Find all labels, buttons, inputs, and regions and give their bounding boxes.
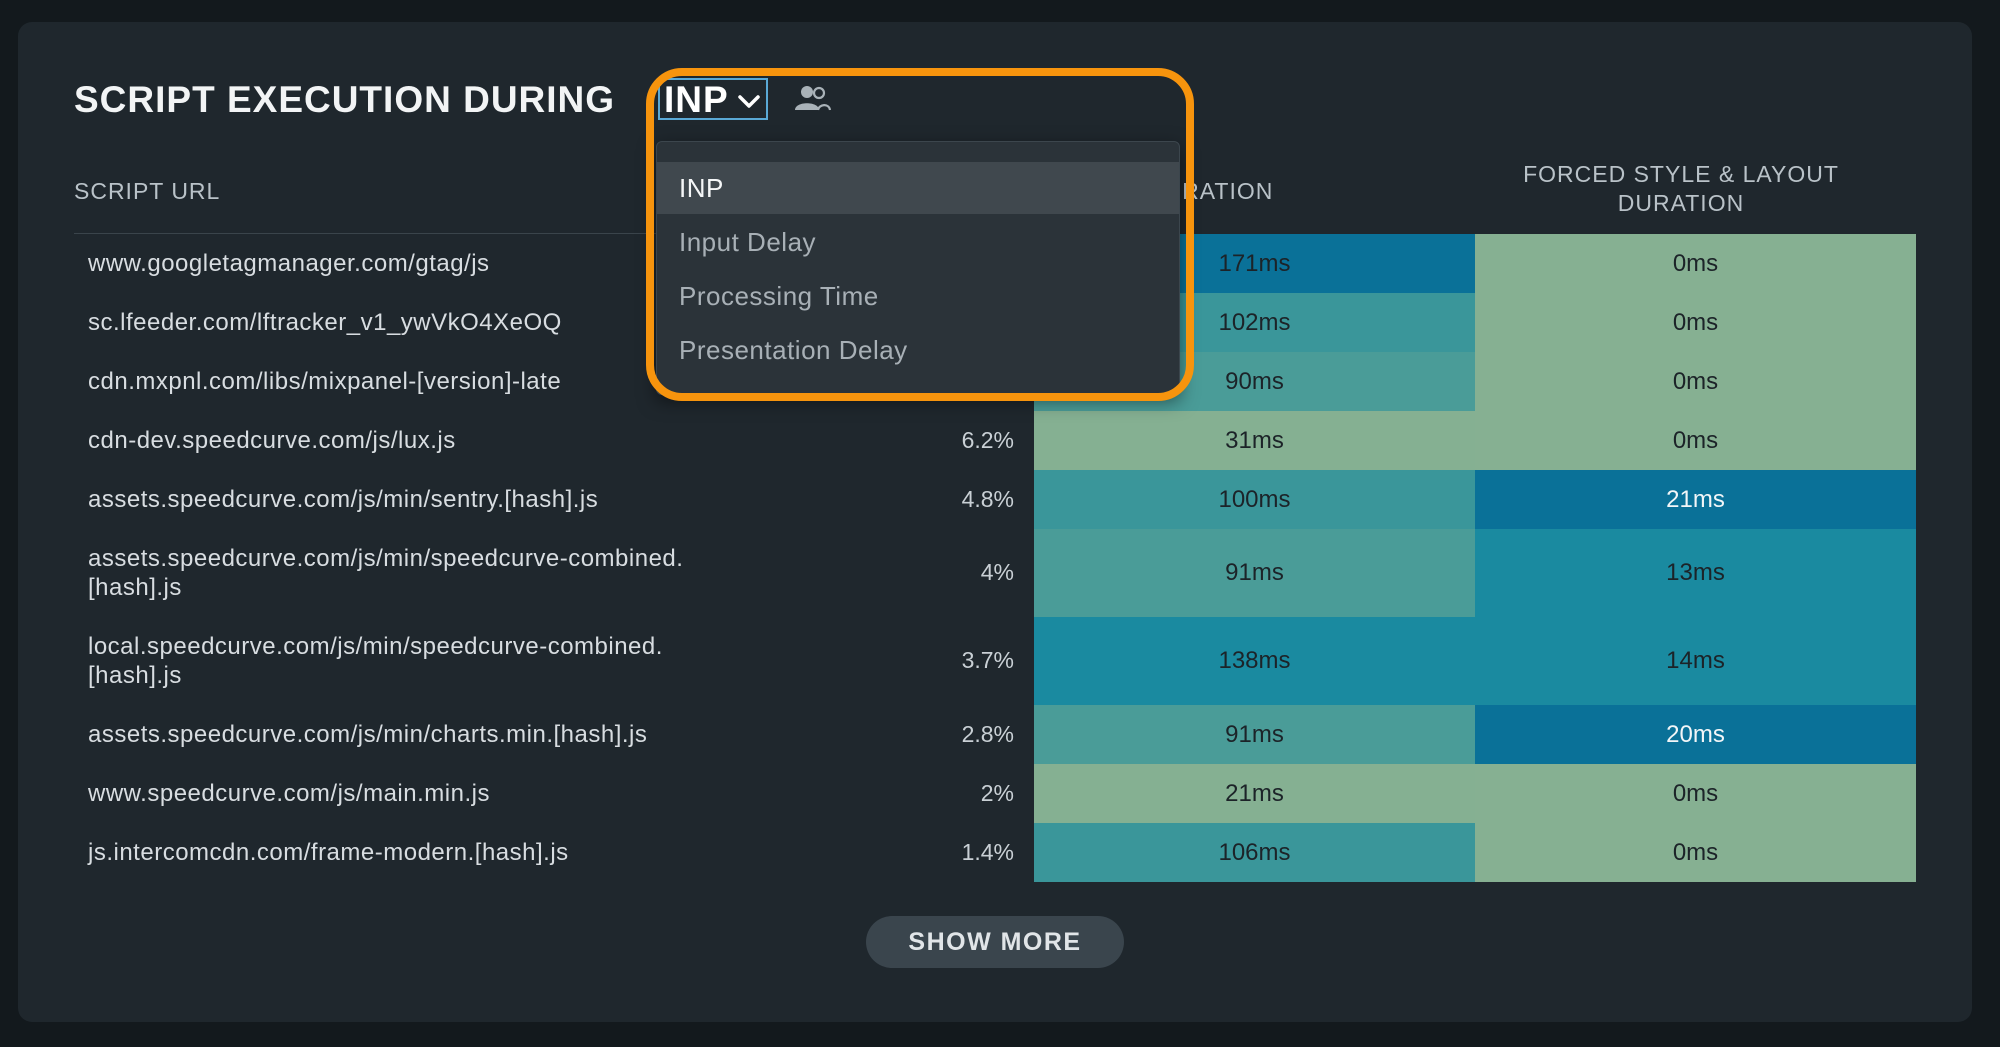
dropdown-option[interactable]: Input Delay (657, 216, 1179, 268)
table-row[interactable]: local.speedcurve.com/js/min/speedcurve-c… (74, 617, 1916, 705)
duration-cell: 91ms (1034, 705, 1475, 764)
script-percentage: 3.7% (961, 647, 1014, 673)
table-row[interactable]: assets.speedcurve.com/js/min/sentry.[has… (74, 470, 1916, 529)
duration-cell: 106ms (1034, 823, 1475, 882)
table-row[interactable]: cdn-dev.speedcurve.com/js/lux.js 6.2% 31ms… (74, 411, 1916, 470)
forced-layout-cell: 20ms (1475, 705, 1916, 764)
script-url[interactable]: www.speedcurve.com/js/main.min.js (88, 779, 828, 808)
chevron-down-icon (738, 80, 760, 120)
duration-cell: 21ms (1034, 764, 1475, 823)
column-header-forced-label: FORCED STYLE & LAYOUT DURATION (1523, 161, 1839, 216)
script-percentage: 6.2% (961, 426, 1014, 453)
script-percentage: 4.8% (961, 485, 1014, 512)
users-icon[interactable] (792, 84, 832, 112)
forced-layout-cell: 21ms (1475, 470, 1916, 529)
forced-layout-cell: 13ms (1475, 529, 1916, 617)
dropdown-option[interactable]: INP (657, 162, 1179, 214)
script-percentage: 2.8% (961, 720, 1014, 747)
table-row[interactable]: assets.speedcurve.com/js/min/speedcurve-… (74, 529, 1916, 617)
metric-select-value: INP (664, 79, 729, 120)
script-url[interactable]: assets.speedcurve.com/js/min/charts.min.… (88, 720, 828, 749)
forced-layout-cell: 0ms (1475, 764, 1916, 823)
table-row[interactable]: assets.speedcurve.com/js/min/charts.min.… (74, 705, 1916, 764)
show-more-button[interactable]: SHOW MORE (866, 916, 1124, 968)
script-percentage: 2% (980, 779, 1014, 806)
metric-select[interactable]: INP (658, 78, 768, 120)
script-percentage: 4% (980, 559, 1014, 585)
duration-cell: 91ms (1034, 529, 1475, 617)
forced-layout-cell: 0ms (1475, 823, 1916, 882)
duration-cell: 31ms (1034, 411, 1475, 470)
script-url[interactable]: js.intercomcdn.com/frame-modern.[hash].j… (88, 838, 828, 867)
forced-layout-cell: 0ms (1475, 352, 1916, 411)
table-row[interactable]: js.intercomcdn.com/frame-modern.[hash].j… (74, 823, 1916, 882)
metric-dropdown-menu: INP Input Delay Processing Time Presentatio… (656, 141, 1180, 395)
script-percentage: 1.4% (961, 838, 1014, 865)
script-url[interactable]: cdn-dev.speedcurve.com/js/lux.js (88, 426, 828, 455)
column-header-forced-style-layout[interactable]: FORCED STYLE & LAYOUT DURATION (1476, 160, 1886, 218)
forced-layout-cell: 0ms (1475, 234, 1916, 293)
forced-layout-cell: 14ms (1475, 617, 1916, 705)
dropdown-option[interactable]: Presentation Delay (657, 324, 1179, 376)
forced-layout-cell: 0ms (1475, 411, 1916, 470)
forced-layout-cell: 0ms (1475, 293, 1916, 352)
table-row[interactable]: www.speedcurve.com/js/main.min.js 2% 21ms 0… (74, 764, 1916, 823)
script-url[interactable]: assets.speedcurve.com/js/min/sentry.[has… (88, 485, 828, 514)
duration-cell: 100ms (1034, 470, 1475, 529)
dropdown-option[interactable]: Processing Time (657, 270, 1179, 322)
script-url[interactable]: local.speedcurve.com/js/min/speedcurve-c… (88, 632, 828, 690)
duration-cell: 138ms (1034, 617, 1475, 705)
panel-title: SCRIPT EXECUTION DURING (74, 79, 616, 120)
script-url[interactable]: assets.speedcurve.com/js/min/speedcurve-… (88, 544, 828, 602)
column-header-script-url: SCRIPT URL (74, 178, 221, 204)
